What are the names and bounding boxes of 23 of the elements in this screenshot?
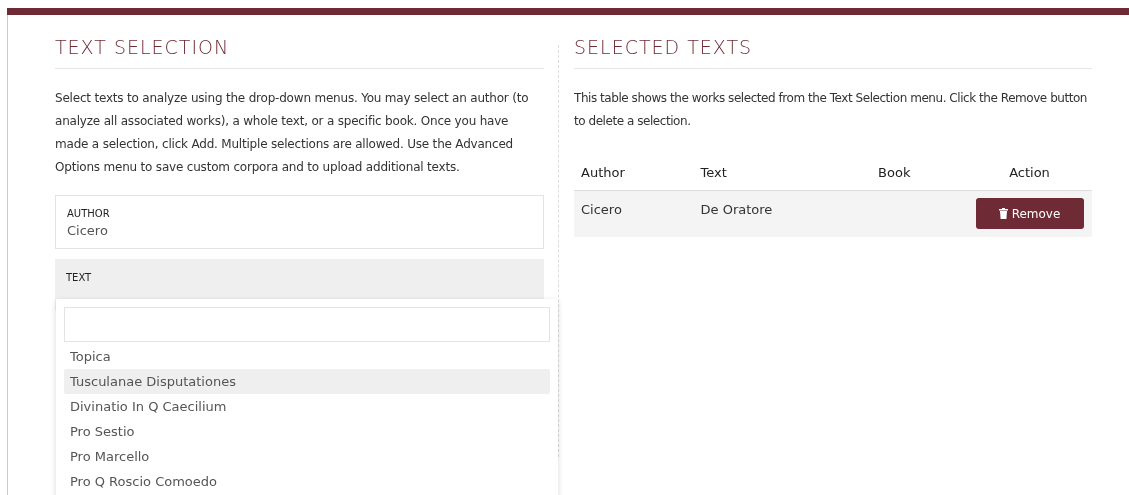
section-title: TEXT SELECTION [55, 33, 544, 69]
section-title: SELECTED TEXTS [574, 33, 1092, 69]
field-label: AUTHOR [67, 206, 111, 221]
dropdown-option[interactable]: Topica [64, 344, 550, 369]
field-value: Cicero [67, 221, 109, 240]
table-cell: Cicero [574, 190, 694, 237]
dropdown-option[interactable]: Pro Marcello [64, 444, 550, 469]
trash-icon [998, 208, 1008, 219]
dropdown-option[interactable]: Tusculanae Disputationes [64, 369, 550, 394]
column-header: Author [574, 154, 694, 191]
column-header: Book [871, 154, 967, 191]
table-cell: De Oratore [693, 190, 872, 237]
field-label: TEXT [66, 270, 93, 285]
author-select[interactable]: AUTHOR Cicero [55, 194, 544, 249]
dropdown-option[interactable]: Pro Q Roscio Comoedo [64, 469, 550, 494]
dropdown-option[interactable]: Pro Sestio [64, 419, 550, 444]
column-header: Action [967, 154, 1092, 191]
instructions-paragraph: Select texts to analyze using the drop-down menus. You may select an author (to analyze all associated works), a whole text, or a specific book. Once you have made a selection, click Add. Multiple selections are allowed. Use the Advanced Options menu to save custom corpora and to upload additional texts. [55, 89, 530, 176]
search-field[interactable] [64, 307, 550, 342]
table-description: This table shows the works selected from the Text Selection menu. Click the Remove button to delete a selection. [574, 89, 1089, 130]
remove-button[interactable]: Remove [975, 198, 1084, 229]
column-header: Text [693, 154, 872, 191]
dropdown-option[interactable]: Divinatio In Q Caecilium [64, 394, 550, 419]
